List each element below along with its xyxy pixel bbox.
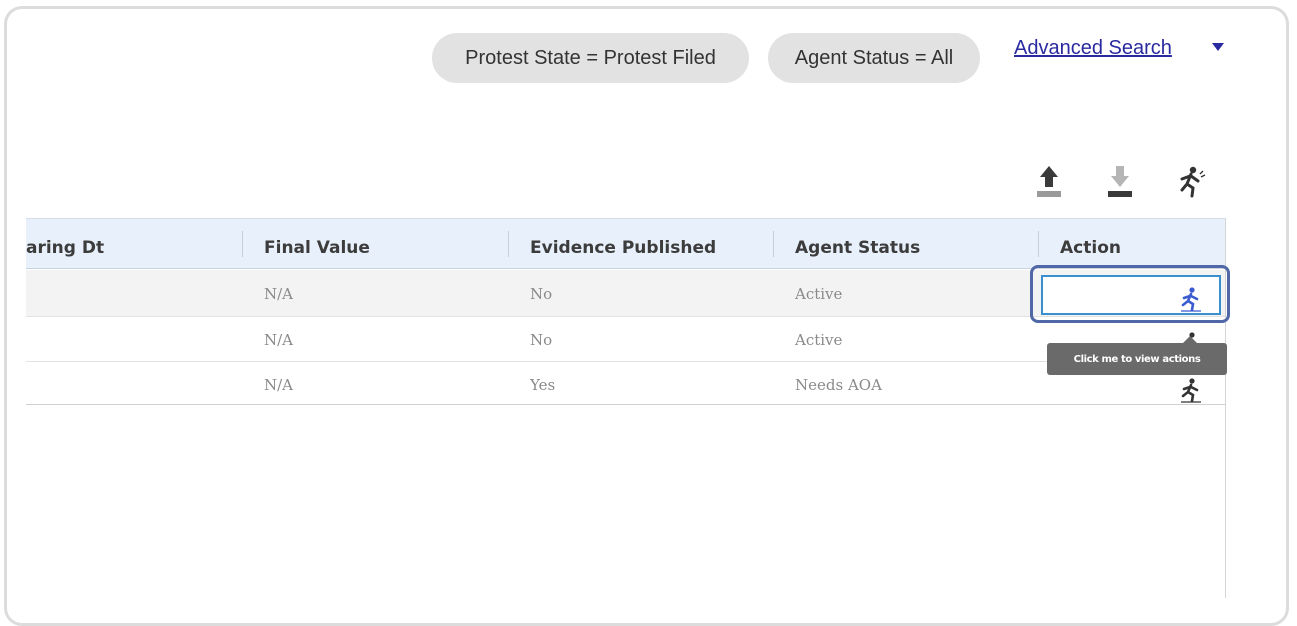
evidence-published-cell: No [530,285,553,303]
filter-chip-agent-status[interactable]: Agent Status = All [768,33,980,83]
running-person-icon[interactable] [1177,376,1205,404]
chevron-down-icon[interactable] [1212,43,1224,51]
agent-status-cell: Active [795,285,843,303]
final-value-cell: N/A [264,331,294,349]
action-tooltip: Click me to view actions [1047,343,1227,375]
agent-status-cell: Active [795,331,843,349]
column-divider[interactable] [242,231,243,257]
column-header-action[interactable]: Action [1060,219,1121,269]
table-row[interactable]: N/A No Active [26,317,1225,362]
table-row[interactable]: N/A Yes Needs AOA [26,362,1225,405]
upload-icon[interactable] [1031,162,1067,202]
evidence-published-cell: No [530,331,553,349]
tooltip-arrow [1183,336,1197,343]
column-header-agent-status[interactable]: Agent Status [795,219,920,269]
running-person-icon[interactable] [1172,162,1208,202]
download-icon[interactable] [1102,162,1138,202]
agent-status-cell: Needs AOA [795,376,882,394]
filter-chip-protest-state[interactable]: Protest State = Protest Filed [432,33,749,83]
evidence-published-cell: Yes [530,376,556,394]
column-divider[interactable] [773,231,774,257]
final-value-cell: N/A [264,285,294,303]
column-header-final-value[interactable]: Final Value [264,219,370,269]
column-divider[interactable] [508,231,509,257]
column-header-hearing-dt[interactable]: aring Dt [26,219,104,269]
running-person-icon[interactable] [1177,285,1205,313]
table-header: aring Dt Final Value Evidence Published … [26,218,1225,269]
column-header-evidence-published[interactable]: Evidence Published [530,219,716,269]
final-value-cell: N/A [264,376,294,394]
column-divider[interactable] [1038,231,1039,257]
advanced-search-link[interactable]: Advanced Search [1014,37,1172,60]
